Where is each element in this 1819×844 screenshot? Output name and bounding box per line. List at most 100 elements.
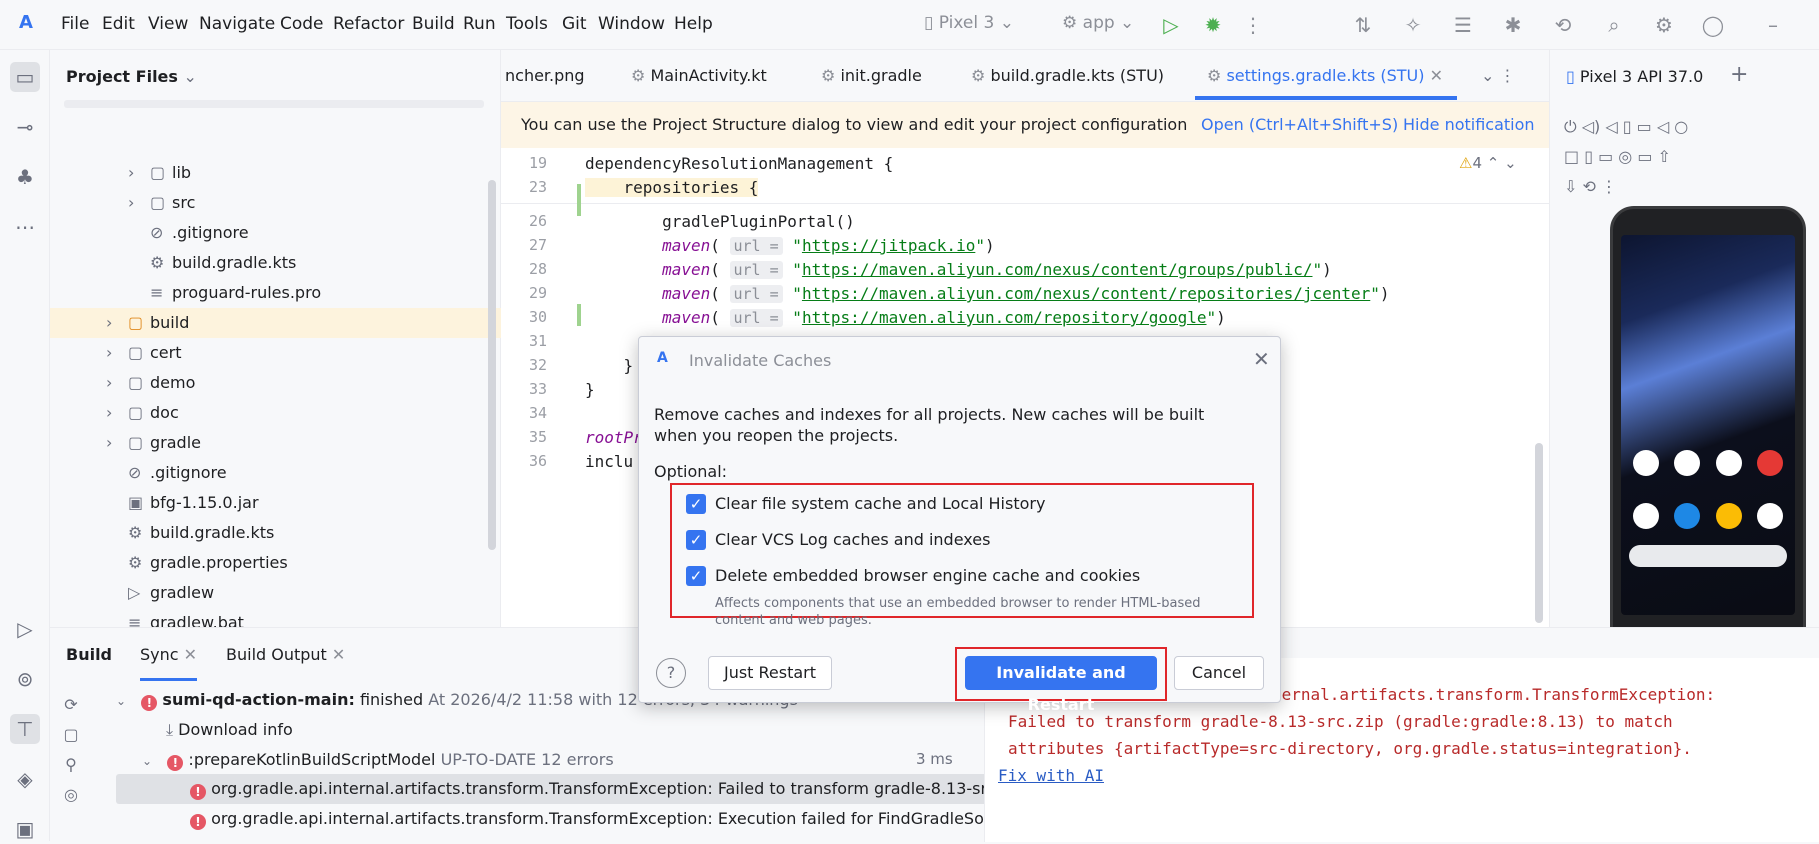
expand-arrow-icon[interactable]: › <box>106 338 112 368</box>
logcat-icon[interactable]: ▣ <box>10 814 40 844</box>
commit-icon[interactable]: ⊸ <box>10 112 40 142</box>
tree-item[interactable]: › ▢ build <box>50 308 501 338</box>
tree-item[interactable]: ⊘ .gitignore <box>50 458 501 488</box>
more-icon[interactable]: ⋮ <box>1240 12 1266 38</box>
tree-item[interactable]: ▷ gradlew <box>50 578 501 608</box>
menu-edit[interactable]: Edit <box>102 14 135 34</box>
tree-item[interactable]: ⊘ .gitignore <box>50 218 501 248</box>
structure-icon[interactable]: ♣ <box>10 162 40 192</box>
menu-tools[interactable]: Tools <box>506 14 548 34</box>
menu-help[interactable]: Help <box>674 14 713 34</box>
tree-item[interactable]: ⚙ build.gradle.kts <box>50 248 501 278</box>
delete-browser-cache-checkbox[interactable]: ✓ <box>686 566 706 586</box>
expand-arrow-icon[interactable]: › <box>128 158 134 188</box>
menu-run[interactable]: Run <box>463 14 496 34</box>
tree-item[interactable]: › ▢ gradle <box>50 428 501 458</box>
hide-notification-link[interactable]: Hide notification <box>1403 115 1535 134</box>
structure-icon[interactable]: ☰ <box>1450 12 1476 38</box>
add-device-icon[interactable]: + <box>1730 62 1748 87</box>
output-line: ternal.artifacts.transform.TransformExce… <box>1272 685 1716 704</box>
menu-file[interactable]: File <box>61 14 89 34</box>
code-text: } <box>623 356 634 375</box>
file-icon: ⚙ <box>150 253 165 272</box>
app-inspection-icon[interactable]: ⊚ <box>10 664 40 694</box>
build-tool-icon[interactable]: ⊤ <box>10 714 40 744</box>
editor-scrollbar[interactable] <box>1535 443 1543 623</box>
invalidate-and-restart-button[interactable]: Invalidate and Restart <box>965 656 1157 714</box>
menu-window[interactable]: Window <box>598 14 665 34</box>
expand-arrow-icon[interactable]: › <box>106 368 112 398</box>
code-text: } <box>585 380 595 399</box>
tree-item-label: gradlew <box>150 583 215 602</box>
run-tool-icon[interactable]: ▷ <box>10 614 40 644</box>
code-url[interactable]: https://maven.aliyun.com/nexus/content/r… <box>802 284 1370 303</box>
warnings-indicator[interactable]: ⚠4 ⌃ ⌄ <box>1459 154 1517 172</box>
help-icon[interactable]: ? <box>656 658 686 688</box>
editor-tab[interactable]: ncher.png <box>505 66 585 85</box>
project-folder-icon[interactable]: ▭ <box>10 62 40 92</box>
minimize-icon[interactable]: – <box>1760 12 1786 38</box>
error-row[interactable]: ! org.gradle.api.internal.artifacts.tran… <box>190 809 1034 830</box>
settings-icon[interactable]: ⚙ <box>1651 12 1677 38</box>
clear-vcs-log-checkbox[interactable]: ✓ <box>686 530 706 550</box>
clear-fs-cache-checkbox[interactable]: ✓ <box>686 494 706 514</box>
build-tab[interactable]: Build <box>66 645 112 664</box>
device-selector[interactable]: ▯ Pixel 3 ⌄ <box>924 13 1014 33</box>
error-row[interactable]: ! org.gradle.api.internal.artifacts.tran… <box>190 779 1034 800</box>
code-text: maven <box>662 308 711 327</box>
code-url[interactable]: https://maven.aliyun.com/repository/goog… <box>802 308 1207 327</box>
expand-arrow-icon[interactable]: › <box>106 308 112 338</box>
tree-item[interactable]: › ▢ src <box>50 188 501 218</box>
close-icon[interactable]: ✕ <box>1253 347 1270 371</box>
build-output-tab[interactable]: Build Output ✕ <box>226 645 345 664</box>
code-url[interactable]: https://jitpack.io <box>802 236 975 255</box>
menu-refactor[interactable]: Refactor <box>333 14 404 34</box>
code-url[interactable]: https://maven.aliyun.com/nexus/content/g… <box>802 260 1313 279</box>
tree-item[interactable]: › ▢ doc <box>50 398 501 428</box>
config-selector[interactable]: ⚙ app ⌄ <box>1062 13 1134 33</box>
expand-arrow-icon[interactable]: › <box>106 428 112 458</box>
menu-build[interactable]: Build <box>412 14 455 34</box>
task-row[interactable]: ⌄ ! :prepareKotlinBuildScriptModel UP-TO… <box>142 750 614 771</box>
tree-item[interactable]: ≡ proguard-rules.pro <box>50 278 501 308</box>
editor-tab[interactable]: ⚙ build.gradle.kts (STU) <box>971 66 1164 85</box>
just-restart-button[interactable]: Just Restart <box>708 656 832 690</box>
more-tools-icon[interactable]: ⋯ <box>10 212 40 242</box>
editor-tab[interactable]: ⚙ init.gradle <box>821 66 922 85</box>
tab-overflow-icon[interactable]: ⌄ ⋮ <box>1481 66 1516 85</box>
project-panel-title[interactable]: Project Files ⌄ <box>66 67 197 86</box>
debug-icon[interactable]: ✹ <box>1200 12 1226 38</box>
download-info-row[interactable]: ⤓ Download info <box>166 720 293 740</box>
open-structure-link[interactable]: Open (Ctrl+Alt+Shift+S) <box>1201 115 1398 134</box>
cancel-button[interactable]: Cancel <box>1174 656 1264 690</box>
expand-arrow-icon[interactable]: › <box>128 188 134 218</box>
tree-item[interactable]: › ▢ demo <box>50 368 501 398</box>
tree-item[interactable]: › ▢ cert <box>50 338 501 368</box>
menu-navigate[interactable]: Navigate <box>199 14 275 34</box>
menu-code[interactable]: Code <box>280 14 324 34</box>
menu-git[interactable]: Git <box>562 14 587 34</box>
search-icon[interactable]: ⌕ <box>1601 12 1627 38</box>
tree-scrollbar[interactable] <box>488 180 496 550</box>
expand-arrow-icon[interactable]: › <box>106 398 112 428</box>
account-icon[interactable]: ◯ <box>1700 12 1726 38</box>
editor-tab[interactable]: ⚙ MainActivity.kt <box>631 66 767 85</box>
menu-view[interactable]: View <box>148 14 188 34</box>
sync-icon[interactable]: ⇅ <box>1350 12 1376 38</box>
sdk-icon[interactable]: ⟲ <box>1550 12 1576 38</box>
device-tab[interactable]: ▯ Pixel 3 API 37.0 <box>1566 67 1703 86</box>
fix-with-ai-link[interactable]: Fix with AI <box>998 766 1104 785</box>
gemini-icon[interactable]: ◈ <box>10 764 40 794</box>
ai-icon[interactable]: ✧ <box>1400 12 1426 38</box>
bug-icon[interactable]: ✱ <box>1500 12 1526 38</box>
code-text: maven <box>662 236 711 255</box>
tree-item[interactable]: › ▢ lib <box>50 158 501 188</box>
sync-tab[interactable]: Sync ✕ <box>140 645 198 681</box>
run-icon[interactable]: ▷ <box>1158 12 1184 38</box>
editor-tab[interactable]: ⚙ settings.gradle.kts (STU) ✕ <box>1207 66 1443 85</box>
code-line: dependencyResolutionManagement { <box>585 154 893 173</box>
tree-item[interactable]: ▣ bfg-1.15.0.jar <box>50 488 501 518</box>
close-tab-icon[interactable]: ✕ <box>1424 66 1443 85</box>
tree-item[interactable]: ⚙ build.gradle.kts <box>50 518 501 548</box>
tree-item[interactable]: ⚙ gradle.properties <box>50 548 501 578</box>
